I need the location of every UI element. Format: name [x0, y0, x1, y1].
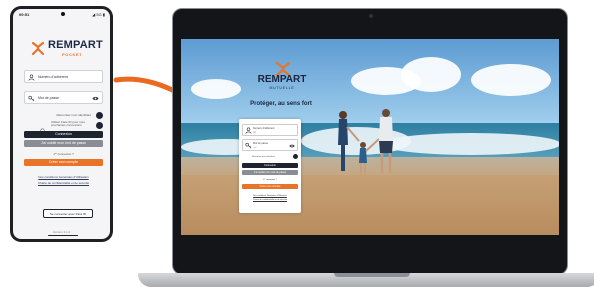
cloud: [191, 79, 241, 99]
password-label: Mot de passe: [253, 142, 269, 145]
remember-id-label: Mémoriser mon identifiant: [56, 113, 91, 117]
phone-screen: 09:51 ◢ 5G ▮ REMPART POCKET Numéro d'adh…: [13, 9, 110, 239]
remember-id-toggle-row[interactable]: Mémoriser mon identifiant: [24, 111, 103, 119]
laptop-screen: REMPART MUTUELLE Protéger, au sens fort …: [181, 39, 559, 235]
web-subbrand: MUTUELLE: [269, 86, 295, 90]
forgot-password-button[interactable]: J'ai oublié mon mot de passe: [24, 140, 103, 147]
terms-link[interactable]: Nos conditions Générales d'Utilisation: [24, 175, 103, 179]
person-icon: [245, 127, 252, 134]
rempart-pocket-logo: REMPART POCKET: [31, 39, 103, 59]
web-brand: REMPART: [257, 74, 307, 85]
face-id-label: Utiliser Face ID pour mes prochaines con…: [51, 120, 85, 128]
remember-id-toggle[interactable]: [96, 112, 103, 119]
rempart-logo-icon: [31, 41, 45, 55]
app-brand: REMPART: [48, 39, 103, 51]
status-icons: ◢ 5G ▮: [92, 12, 105, 17]
terms-link[interactable]: Nos conditions Générales d'Utilisation: [242, 195, 298, 197]
member-number-label: Numéro d'adhérent: [38, 75, 68, 79]
connect-button[interactable]: Connexion: [242, 163, 298, 168]
status-time: 09:51: [19, 12, 30, 17]
create-account-button[interactable]: Créer mon compte: [24, 159, 103, 166]
app-version: Version 3.1.0: [52, 230, 71, 234]
app-subbrand: POCKET: [62, 52, 83, 57]
face-id-toggle-row[interactable]: Utiliser Face ID pour mes prochaines con…: [24, 120, 103, 129]
password-label: Mot de passe: [38, 96, 60, 100]
privacy-charter-link[interactable]: Charte de confidentialité et de sécurité: [24, 181, 103, 185]
eye-icon[interactable]: [289, 143, 295, 149]
pass-id-button[interactable]: Se connecter avec Pass ID: [43, 209, 93, 218]
person-icon: [28, 74, 35, 81]
first-connection-text: 1ʳᵉ connexion ?: [263, 179, 277, 181]
member-number-field[interactable]: Numéro d'adhérent: [24, 70, 103, 83]
create-account-button[interactable]: Créer mon compte: [242, 184, 298, 189]
laptop-mockup: REMPART MUTUELLE Protéger, au sens fort …: [172, 8, 568, 275]
family-photo: [338, 109, 393, 175]
password-value: ••••: [253, 146, 257, 149]
connect-button[interactable]: Connexion: [24, 131, 103, 138]
face-id-toggle[interactable]: [96, 122, 103, 129]
forgot-password-button[interactable]: J'ai oublié mon mot de passe: [242, 170, 298, 175]
password-field[interactable]: Mot de passe ••••: [242, 139, 298, 151]
laptop-opening-notch: [334, 273, 410, 277]
remember-id-toggle[interactable]: [293, 154, 298, 159]
first-connection-text: 1ʳᵉ connexion ?: [53, 152, 74, 156]
web-tagline: Protéger, au sens fort: [250, 101, 312, 107]
smartphone-mockup: 09:51 ◢ 5G ▮ REMPART POCKET Numéro d'adh…: [10, 6, 113, 242]
eye-icon[interactable]: [92, 95, 99, 102]
password-field[interactable]: Mot de passe: [24, 91, 103, 104]
member-number-label: Numéro d'adhérent: [253, 127, 275, 130]
home-indicator: [48, 234, 78, 236]
webcam: [369, 14, 373, 18]
member-number-field[interactable]: Numéro d'adhérent 00: [242, 124, 298, 136]
cloud: [401, 57, 461, 92]
login-card: Numéro d'adhérent 00 Mot de passe •••• M…: [239, 119, 301, 213]
remember-id-label: Mémoriser mon identifiant: [252, 156, 276, 158]
status-bar: 09:51 ◢ 5G ▮: [13, 11, 110, 19]
cloud: [471, 64, 551, 96]
key-icon: [245, 142, 252, 149]
privacy-charter-link[interactable]: Charte de confidentialité et de sécurité: [242, 199, 298, 201]
key-icon: [28, 95, 35, 102]
member-number-value: 00: [253, 131, 256, 134]
pass-id-button-label: Se connecter avec Pass ID: [49, 212, 87, 216]
remember-id-row[interactable]: Mémoriser mon identifiant: [242, 154, 298, 160]
